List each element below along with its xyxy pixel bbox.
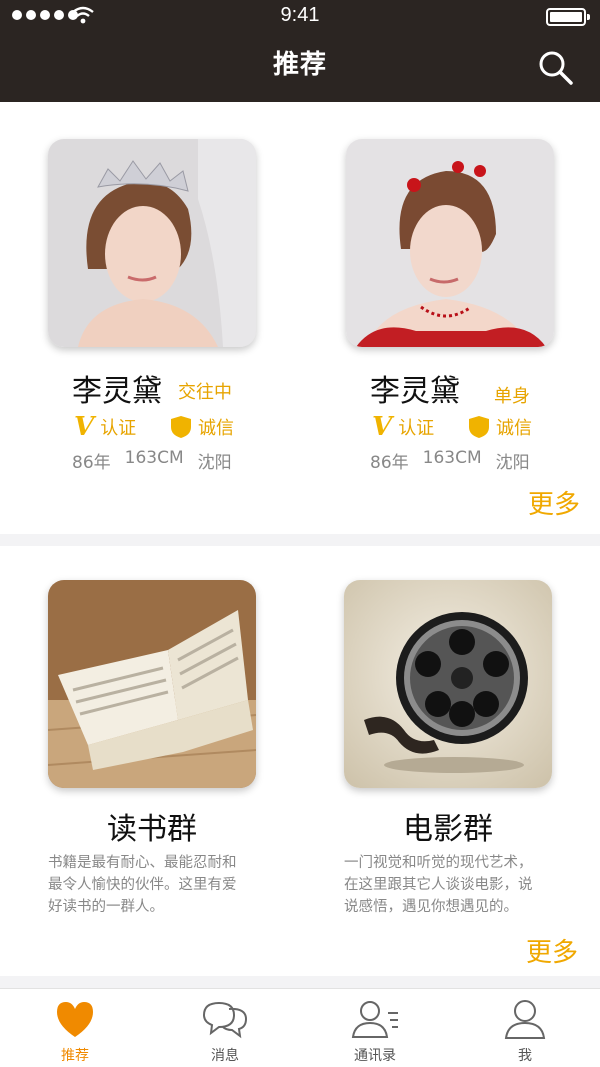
person-meta: 86年 163CM 沈阳 (370, 448, 530, 473)
status-bar: 9:41 (0, 0, 600, 32)
person-item[interactable]: 李灵黛 单身 V 认证 诚信 86年 163CM 沈阳 (300, 102, 600, 482)
people-card: 李灵黛 交往中 V 认证 诚信 86年 163CM 沈阳 李灵黛 单身 V 认证… (0, 102, 600, 534)
group-item[interactable]: 读书群 书籍是最有耐心、最能忍耐和 最令人愉快的伙伴。这里有爱 好读书的一群人。 (0, 546, 300, 926)
birth-year: 86年 (72, 453, 111, 473)
relationship-status: 交往中 (178, 382, 232, 403)
tab-profile[interactable]: 我 (450, 989, 600, 1067)
portrait-image (346, 139, 554, 347)
tab-contacts[interactable]: 通讯录 (300, 989, 450, 1067)
group-description: 一门视觉和听觉的现代艺术， 在这里跟其它人谈谈电影，说 说感悟，遇见你想遇见的。 (344, 855, 533, 915)
person-meta: 86年 163CM 沈阳 (72, 448, 232, 473)
tab-label: 消息 (211, 1048, 239, 1064)
page-title: 推荐 (272, 50, 327, 80)
credit-label: 诚信 (496, 418, 532, 439)
relationship-status: 单身 (494, 386, 530, 407)
people-more-link[interactable]: 更多 (528, 484, 580, 521)
film-reel-image (344, 580, 552, 788)
person-item[interactable]: 李灵黛 交往中 V 认证 诚信 86年 163CM 沈阳 (0, 102, 300, 482)
verified-label: 认证 (398, 418, 435, 439)
group-item[interactable]: 电影群 一门视觉和听觉的现代艺术， 在这里跟其它人谈谈电影，说 说感悟，遇见你想… (300, 546, 600, 926)
groups-more-link[interactable]: 更多 (526, 932, 578, 969)
credit-badge: 诚信 (170, 414, 234, 440)
person-photo[interactable] (48, 139, 256, 347)
tab-messages[interactable]: 消息 (150, 989, 300, 1067)
contacts-icon (351, 1001, 398, 1038)
tab-label: 我 (518, 1048, 532, 1064)
verified-badge: V 认证 (74, 412, 136, 442)
shield-icon (171, 416, 191, 438)
group-description: 书籍是最有耐心、最能忍耐和 最令人愉快的伙伴。这里有爱 好读书的一群人。 (48, 855, 237, 915)
group-name: 读书群 (107, 812, 197, 847)
person-name: 李灵黛 (72, 374, 162, 409)
status-time: 9:41 (280, 4, 320, 26)
verified-icon: V (74, 412, 95, 442)
shield-icon (469, 416, 489, 438)
credit-badge: 诚信 (468, 414, 532, 440)
tab-recommend[interactable]: 推荐 (0, 989, 150, 1067)
profile-icon (504, 1000, 546, 1039)
verified-icon: V (372, 412, 393, 442)
portrait-image (48, 139, 256, 347)
verified-badge: V 认证 (372, 412, 434, 442)
search-icon[interactable] (538, 50, 574, 86)
group-name: 电影群 (403, 812, 493, 847)
top-bar: 9:41 推荐 (0, 0, 600, 102)
tab-label: 推荐 (61, 1048, 89, 1064)
groups-card: 读书群 书籍是最有耐心、最能忍耐和 最令人愉快的伙伴。这里有爱 好读书的一群人。 (0, 546, 600, 976)
tab-bar: 推荐 消息 通讯录 我 (0, 988, 600, 1067)
person-photo[interactable] (346, 139, 554, 347)
city: 沈阳 (197, 453, 232, 473)
person-name: 李灵黛 (370, 374, 460, 409)
credit-label: 诚信 (198, 418, 234, 439)
heart-icon (57, 1002, 93, 1037)
height: 163CM (124, 448, 184, 468)
height: 163CM (422, 448, 482, 468)
group-photo[interactable] (48, 580, 256, 788)
tab-label: 通讯录 (354, 1048, 396, 1064)
book-image (48, 580, 256, 788)
verified-label: 认证 (100, 418, 137, 439)
group-photo[interactable] (344, 580, 552, 788)
chat-icon (202, 1001, 248, 1039)
city: 沈阳 (495, 453, 530, 473)
birth-year: 86年 (370, 453, 409, 473)
battery-icon (546, 8, 590, 26)
